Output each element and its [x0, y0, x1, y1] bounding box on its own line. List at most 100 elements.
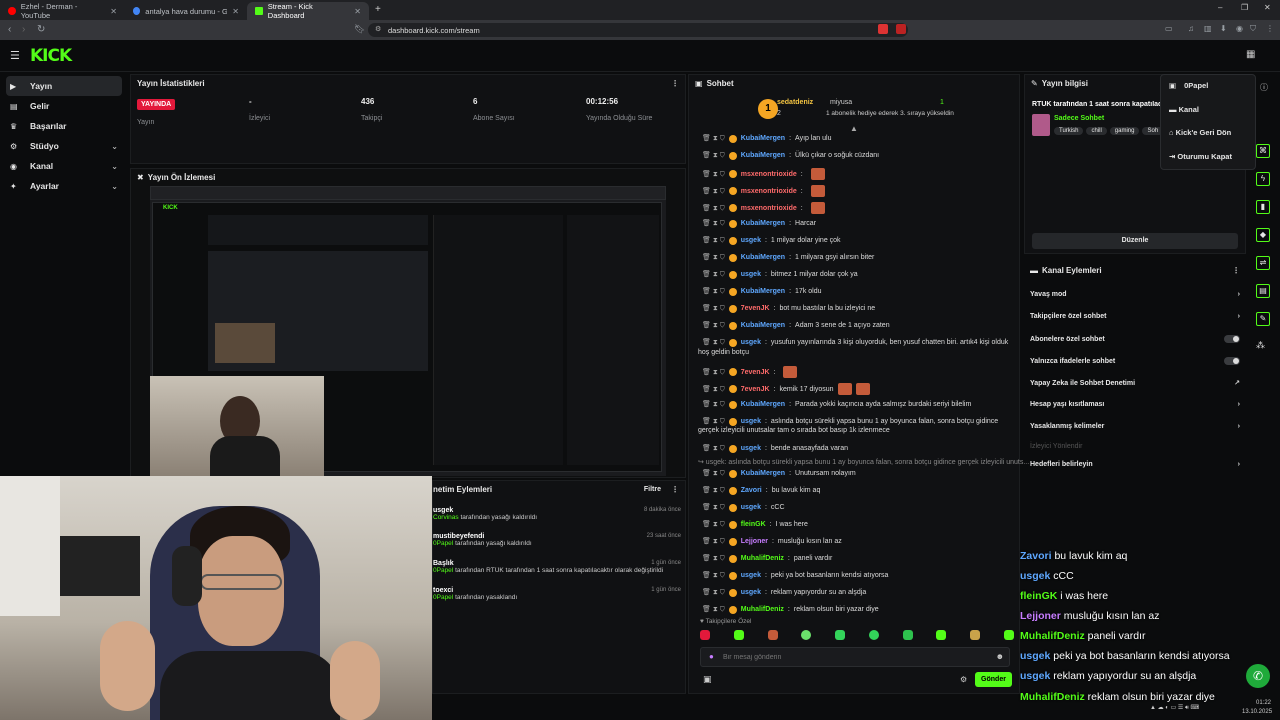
- mod-tools-icon[interactable]: 🗑︎ ⧗ ⛉: [702, 571, 725, 580]
- chat-username[interactable]: usgek: [741, 237, 761, 244]
- sidebar-item-studyo[interactable]: ⚙ Stüdyo ⌄: [6, 136, 122, 156]
- mod-tools-icon[interactable]: 🗑︎ ⧗ ⛉: [702, 304, 725, 313]
- chat-username[interactable]: usgek: [741, 271, 761, 278]
- chat-username[interactable]: msxenontrioxide: [741, 171, 797, 178]
- action-ai-moderation[interactable]: Yapay Zeka ile Sohbet Denetimi ↗: [1030, 379, 1240, 388]
- close-icon[interactable]: ✕: [354, 7, 361, 16]
- send-button[interactable]: Gönder: [975, 672, 1012, 687]
- toggle-switch[interactable]: [1224, 357, 1240, 365]
- mod-tools-icon[interactable]: 🗑︎ ⧗ ⛉: [702, 236, 725, 245]
- emote-icon[interactable]: [936, 630, 947, 640]
- chat-settings-icon[interactable]: ⚙: [960, 675, 967, 684]
- sidebar-item-kanal[interactable]: ◉ Kanal ⌄: [6, 156, 122, 176]
- extension-icon[interactable]: [878, 24, 888, 34]
- menu-item-logout[interactable]: ⇥ Oturumu Kapat: [1169, 152, 1232, 161]
- emote-icon[interactable]: [868, 630, 879, 640]
- emote-icon[interactable]: [801, 630, 812, 640]
- mod-tools-icon[interactable]: 🗑︎ ⧗ ⛉: [702, 134, 725, 143]
- chat-username[interactable]: Zavori: [741, 487, 762, 494]
- mod-tools-icon[interactable]: 🗑︎ ⧗ ⛉: [702, 503, 725, 512]
- action-banned-words[interactable]: Yasaklanmış kelimeler ›: [1030, 423, 1240, 430]
- action-subscribers-only[interactable]: Abonelere özel sohbet: [1030, 335, 1240, 343]
- chat-username[interactable]: MuhalifDeniz: [741, 606, 784, 613]
- back-icon[interactable]: ‹: [8, 24, 11, 35]
- menu-item-back-to-kick[interactable]: ⌂ Kick'e Geri Dön: [1169, 128, 1231, 137]
- chat-username[interactable]: 7evenJK: [741, 386, 770, 393]
- downloads-icon[interactable]: ⬇: [1220, 24, 1227, 33]
- sidebar-item-yayin[interactable]: ▶ Yayın: [6, 76, 122, 96]
- chat-tools-icon[interactable]: ▣: [703, 674, 712, 685]
- browser-tab-google[interactable]: antalya hava durumu - Google Search ✕: [125, 2, 247, 20]
- chat-username[interactable]: KubaiMergen: [741, 322, 785, 329]
- clip-icon[interactable]: ▮: [1256, 200, 1270, 214]
- chat-username[interactable]: KubaiMergen: [741, 288, 785, 295]
- emoji-icon[interactable]: ☻: [996, 652, 1004, 661]
- chat-message-field[interactable]: [723, 651, 983, 663]
- toggle-switch[interactable]: [1224, 335, 1240, 343]
- chat-username[interactable]: fleinGK: [741, 521, 766, 528]
- mod-tools-icon[interactable]: 🗑︎ ⧗ ⛉: [702, 588, 725, 597]
- chat-username[interactable]: usgek: [741, 418, 761, 425]
- more-icon[interactable]: ⋮: [671, 485, 679, 494]
- more-icon[interactable]: ⋮: [1232, 266, 1240, 275]
- chat-username[interactable]: KubaiMergen: [741, 135, 785, 142]
- close-window-icon[interactable]: ✕: [1264, 3, 1271, 12]
- sidebar-item-basarilar[interactable]: ♛ Başarılar: [6, 116, 122, 136]
- chat-username[interactable]: msxenontrioxide: [741, 188, 797, 195]
- browser-tab-kick[interactable]: Stream - Kick Dashboard ✕: [247, 2, 369, 20]
- mod-tools-icon[interactable]: 🗑︎ ⧗ ⛉: [702, 537, 725, 546]
- profile-icon[interactable]: ◉: [1236, 24, 1243, 33]
- restore-icon[interactable]: ❐: [1241, 3, 1248, 12]
- reload-icon[interactable]: ↻: [37, 24, 45, 35]
- mod-tools-icon[interactable]: 🗑︎ ⧗ ⛉: [702, 400, 725, 409]
- mod-tools-icon[interactable]: 🗑︎ ⧗ ⛉: [702, 287, 725, 296]
- mod-tools-icon[interactable]: 🗑︎ ⧗ ⛉: [702, 368, 725, 377]
- forward-icon[interactable]: ›: [22, 24, 25, 35]
- chat-username[interactable]: KubaiMergen: [741, 254, 785, 261]
- chat-username[interactable]: KubaiMergen: [741, 401, 785, 408]
- emote-icon[interactable]: [733, 630, 744, 640]
- mod-tools-icon[interactable]: 🗑︎ ⧗ ⛉: [702, 170, 725, 179]
- mod-tools-icon[interactable]: 🗑︎ ⧗ ⛉: [702, 321, 725, 330]
- mod-tools-icon[interactable]: 🗑︎ ⧗ ⛉: [702, 204, 725, 213]
- action-slow-mode[interactable]: Yavaş mod ›: [1030, 291, 1240, 298]
- help-chat-icon[interactable]: ✆: [1246, 664, 1270, 688]
- pin-icon[interactable]: ▲: [850, 124, 858, 133]
- url-field[interactable]: ⚙ dashboard.kick.com/stream: [368, 23, 908, 37]
- shield-icon[interactable]: ⛉: [1250, 24, 1256, 34]
- chat-username[interactable]: msxenontrioxide: [741, 205, 797, 212]
- emote-icon[interactable]: [835, 630, 846, 640]
- more-icon[interactable]: ⋮: [671, 79, 679, 88]
- chat-input[interactable]: ● ☻: [700, 647, 1010, 667]
- mod-tools-icon[interactable]: 🗑︎ ⧗ ⛉: [702, 469, 725, 478]
- lightning-icon[interactable]: ϟ: [1256, 172, 1270, 186]
- action-goals[interactable]: Hedefleri belirleyin ›: [1030, 461, 1240, 468]
- raid-icon[interactable]: ⇌: [1256, 256, 1270, 270]
- info-icon[interactable]: ⓘ: [1260, 82, 1268, 93]
- music-icon[interactable]: ♫: [1188, 24, 1194, 33]
- chat-username[interactable]: KubaiMergen: [741, 470, 785, 477]
- site-info-icon[interactable]: ⚙: [375, 25, 381, 33]
- mod-tools-icon[interactable]: 🗑︎ ⧗ ⛉: [702, 219, 725, 228]
- message-icon[interactable]: ◆: [1256, 228, 1270, 242]
- bookmark-icon[interactable]: 🔖︎: [354, 24, 365, 35]
- action-emote-only[interactable]: Yalnızca ifadelerle sohbet: [1030, 357, 1240, 365]
- extension-icon[interactable]: [896, 24, 906, 34]
- sidebar-item-gelir[interactable]: ▤ Gelir: [6, 96, 122, 116]
- minimize-icon[interactable]: –: [1218, 3, 1222, 12]
- chat-username[interactable]: KubaiMergen: [741, 152, 785, 159]
- mod-tools-icon[interactable]: 🗑︎ ⧗ ⛉: [702, 520, 725, 529]
- chat-username[interactable]: usgek: [741, 445, 761, 452]
- close-icon[interactable]: ✕: [232, 7, 239, 16]
- screen-icon[interactable]: ▭: [1165, 24, 1173, 33]
- mod-tools-icon[interactable]: 🗑︎ ⧗ ⛉: [702, 417, 725, 426]
- sidebar-icon[interactable]: ▥: [1204, 24, 1212, 33]
- edit-button[interactable]: Düzenle: [1032, 233, 1238, 249]
- emote-icon[interactable]: [902, 630, 913, 640]
- chat-username[interactable]: Lejjoner: [741, 538, 768, 545]
- chat-username[interactable]: usgek: [741, 572, 761, 579]
- action-followers-only[interactable]: Takipçilere özel sohbet ›: [1030, 313, 1240, 320]
- menu-icon[interactable]: ⋮: [1266, 24, 1274, 33]
- tools-icon[interactable]: ✎: [1256, 312, 1270, 326]
- stream-preview[interactable]: KICK: [150, 186, 666, 476]
